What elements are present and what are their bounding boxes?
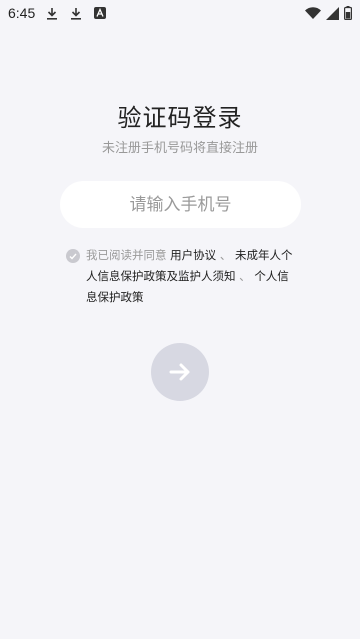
battery-icon — [343, 6, 352, 20]
agreement-text: 我已阅读并同意 用户协议 、 未成年人个人信息保护政策及监护人须知 、 个人信息… — [86, 245, 298, 308]
login-screen: 6:45 验证码登录 未注册手机号码将直接注册 请输入手机号 我已阅读并同意 用… — [0, 0, 360, 639]
status-left: 6:45 — [8, 5, 107, 21]
user-agreement-link[interactable]: 用户协议 — [170, 248, 216, 262]
check-icon — [69, 253, 77, 260]
agreement-block: 我已阅读并同意 用户协议 、 未成年人个人信息保护政策及监护人须知 、 个人信息… — [66, 245, 298, 308]
wifi-icon — [305, 6, 321, 20]
separator: 、 — [219, 248, 232, 262]
status-right — [305, 6, 352, 20]
separator: 、 — [239, 269, 251, 283]
download-icon — [69, 6, 83, 20]
agreement-prefix: 我已阅读并同意 — [86, 248, 167, 262]
next-button[interactable] — [151, 343, 209, 401]
arrow-right-icon — [169, 363, 190, 381]
clock: 6:45 — [8, 5, 36, 21]
status-bar: 6:45 — [0, 0, 360, 26]
page-title: 验证码登录 — [117, 104, 243, 132]
download-icon — [45, 6, 59, 20]
phone-number-input[interactable] — [60, 181, 301, 228]
agreement-checkbox[interactable] — [66, 249, 80, 263]
a-notification-icon — [93, 6, 107, 20]
signal-icon — [325, 6, 339, 20]
page-subtitle: 未注册手机号码将直接注册 — [101, 141, 258, 156]
